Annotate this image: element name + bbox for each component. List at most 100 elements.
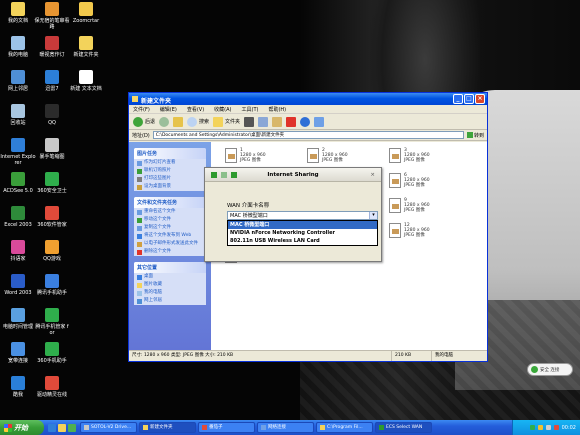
maximize-button[interactable]: □ — [464, 94, 474, 104]
up-button[interactable] — [173, 116, 184, 127]
menu-tools[interactable]: 工具(T) — [242, 106, 259, 113]
clock[interactable]: 00:02 — [562, 425, 576, 431]
task-link[interactable]: 我的电脑 — [134, 289, 206, 297]
undo-icon[interactable] — [300, 116, 311, 127]
picture-tasks-header[interactable]: 图片任务 — [134, 148, 206, 159]
back-icon[interactable] — [221, 172, 227, 178]
desktop-icon-item[interactable]: 网上邻居 — [0, 70, 36, 92]
address-input[interactable]: C:\Documents and Settings\Administrator\… — [152, 131, 464, 139]
desktop-icon-item[interactable]: 宽带连接 — [0, 342, 36, 364]
search-button[interactable]: 搜索 — [187, 116, 209, 127]
task-link[interactable]: 将这个文件发布到 Web — [134, 232, 206, 240]
file-item[interactable]: 12 1280 x 960 JPEG 图像 — [389, 223, 449, 238]
desktop-icon-item[interactable]: Word 2003 — [0, 274, 36, 296]
desktop-icon-item[interactable]: 360软件管家 — [34, 206, 70, 228]
wan-adapter-select[interactable]: MAC 桥微型端口 ▾ — [227, 211, 378, 220]
option-nvidia[interactable]: NVIDIA nForce Networking Controller — [228, 229, 377, 237]
option-mac-bridge[interactable]: MAC 桥微型端口 — [228, 221, 377, 229]
task-link-icon — [137, 249, 142, 255]
file-item[interactable]: 9 1280 x 960 JPEG 图像 — [389, 198, 449, 213]
chevron-down-icon[interactable]: ▾ — [369, 212, 377, 219]
task-link[interactable]: 以电子邮件形式发送此文件 — [134, 240, 206, 248]
explorer-titlebar[interactable]: 新建文件夹 _ □ × — [129, 93, 487, 105]
task-link[interactable]: 联机订购照片 — [134, 167, 206, 175]
task-link[interactable]: 作为幻灯片查看 — [134, 159, 206, 167]
task-link[interactable]: 复制这个文件 — [134, 224, 206, 232]
minimize-button[interactable]: _ — [453, 94, 463, 104]
desktop-icon-item[interactable]: 暴手笔缩图 — [34, 138, 70, 160]
desktop-icon-item[interactable]: ACDSee 5.0 — [0, 172, 36, 194]
internet-sharing-dialog[interactable]: Internet Sharing × WAN 介面卡名称 MAC 桥微型端口 ▾… — [204, 167, 382, 262]
desktop-icon-item[interactable]: 驱动精灵在线 — [34, 376, 70, 398]
views-icon[interactable] — [314, 116, 325, 127]
desktop-icon[interactable] — [68, 423, 76, 432]
explorer-icon[interactable] — [58, 423, 66, 432]
desktop-icon-item[interactable]: 酷我 — [0, 376, 36, 398]
task-link[interactable]: 移动这个文件 — [134, 216, 206, 224]
desktop-icon-item[interactable]: QQ游戏 — [34, 240, 70, 262]
desktop-icon-item[interactable]: 回收站 — [0, 104, 36, 126]
task-network[interactable]: 网络连接 — [257, 422, 314, 433]
tray-volume-icon[interactable] — [553, 425, 559, 430]
desktop-icon-item[interactable]: 腾讯手机助手 — [34, 274, 70, 296]
task-link[interactable]: 设为桌面背景 — [134, 183, 206, 191]
task-link[interactable]: 网上邻居 — [134, 297, 206, 305]
start-button[interactable]: 开始 — [0, 420, 44, 435]
desktop-icon-item[interactable]: 新建 文本文档 — [68, 70, 104, 92]
dialog-close-button[interactable]: × — [370, 168, 375, 182]
desktop-icon-item[interactable]: 360安全卫士 — [34, 172, 70, 194]
go-button[interactable]: 转到 — [466, 132, 484, 139]
desktop-icon-item[interactable]: 迅雷7 — [34, 70, 70, 92]
file-item[interactable]: 2 1280 x 960 JPEG 图像 — [307, 148, 367, 163]
desktop-icon-item[interactable]: 抖语家 — [0, 240, 36, 262]
menu-help[interactable]: 帮助(H) — [268, 106, 286, 113]
stop-icon[interactable] — [211, 172, 217, 178]
desktop-icon-item[interactable]: 新建文件夹 — [68, 36, 104, 58]
delete-icon[interactable] — [286, 116, 297, 127]
forward-button[interactable] — [159, 116, 170, 127]
desktop-icon-item[interactable]: 我的电脑 — [0, 36, 36, 58]
menu-file[interactable]: 文件(F) — [133, 106, 150, 113]
task-link[interactable]: 删除这个文件 — [134, 248, 206, 256]
desktop-icon-item[interactable]: 我的文档 — [0, 2, 36, 24]
cut-icon[interactable] — [244, 116, 255, 127]
menu-view[interactable]: 查看(V) — [187, 106, 204, 113]
option-usb-wlan[interactable]: 802.11n USB Wireless LAN Card — [228, 237, 377, 245]
file-item[interactable]: 6 1280 x 960 JPEG 图像 — [389, 173, 449, 188]
tray-360-icon[interactable] — [529, 425, 535, 430]
menu-edit[interactable]: 编辑(E) — [160, 106, 177, 113]
tray-qq-icon[interactable] — [537, 425, 543, 430]
ie-icon[interactable] — [48, 423, 56, 432]
security-bubble[interactable]: 安全 连接 — [527, 363, 573, 376]
desktop-icon-item[interactable]: Internet Explorer — [0, 138, 36, 166]
desktop-icon-item[interactable]: 360手机助手 — [34, 342, 70, 364]
desktop-icon-item[interactable]: 电脑时间管理 — [0, 308, 36, 330]
task-program-files[interactable]: C:\Program Fil... — [316, 422, 373, 433]
desktop-icon-item[interactable]: QQ — [34, 104, 70, 126]
file-item[interactable]: 3 1280 x 960 JPEG 图像 — [389, 148, 449, 163]
tray-network-icon[interactable] — [545, 425, 551, 430]
task-ecs-select-wan[interactable]: ECS Select WAN — [375, 422, 432, 433]
desktop-icon-item[interactable]: 腾讯手机管家 for — [34, 308, 70, 336]
file-tasks-header[interactable]: 文件和文件夹任务 — [134, 197, 206, 208]
desktop-icon-item[interactable]: Excel 2003 — [0, 206, 36, 228]
copy-icon[interactable] — [258, 116, 269, 127]
other-places-header[interactable]: 其它位置 — [134, 262, 206, 273]
task-fanqie[interactable]: 番茄子 — [198, 422, 255, 433]
menu-favorites[interactable]: 收藏(A) — [214, 106, 231, 113]
file-item[interactable]: 1 1280 x 960 JPEG 图像 — [225, 148, 285, 163]
paste-icon[interactable] — [272, 116, 283, 127]
task-link[interactable]: 重命名这个文件 — [134, 208, 206, 216]
desktop-icon-item[interactable]: 暖视宽作订 — [34, 36, 70, 58]
task-driver[interactable]: SOTOL-V2 Drive... — [80, 422, 137, 433]
task-link[interactable]: 桌面 — [134, 273, 206, 281]
back-button[interactable]: 后退 — [133, 116, 155, 127]
close-button[interactable]: × — [475, 94, 485, 104]
desktop-icon-item[interactable]: Zoomcrtar — [68, 2, 104, 24]
forward-icon[interactable] — [231, 172, 237, 178]
task-link[interactable]: 图片收藏 — [134, 281, 206, 289]
desktop-icon-item[interactable]: 保无宿的笔审看路 — [34, 2, 70, 30]
task-new-folder[interactable]: 新建文件夹 — [139, 422, 196, 433]
task-link[interactable]: 打印这些图片 — [134, 175, 206, 183]
folders-button[interactable]: 文件夹 — [213, 116, 240, 127]
